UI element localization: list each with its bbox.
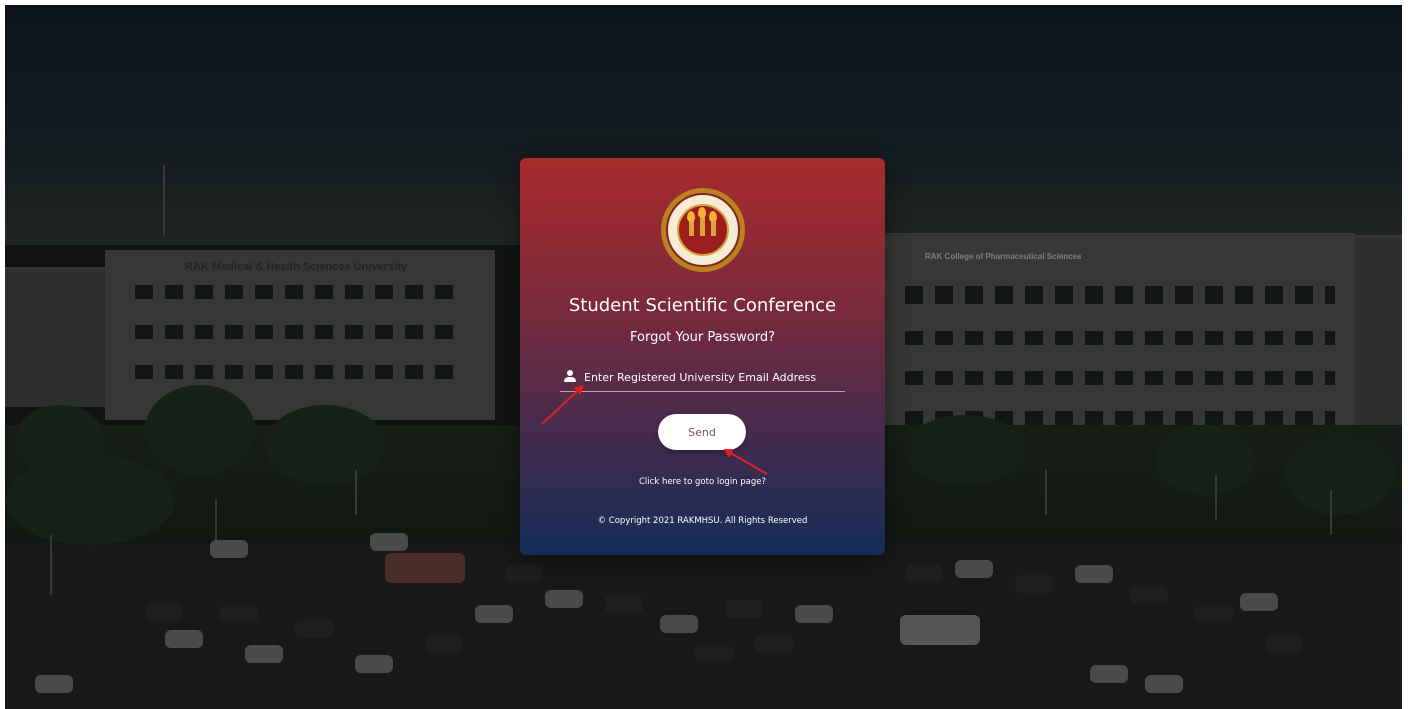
- page-frame: RAK Medical & Health Sciences University…: [5, 5, 1402, 709]
- university-logo: [661, 188, 745, 272]
- user-icon: [564, 370, 576, 382]
- email-input[interactable]: [584, 366, 842, 388]
- copyright-text: © Copyright 2021 RAKMHSU. All Rights Res…: [597, 516, 808, 526]
- goto-login-link[interactable]: Click here to goto login page?: [520, 477, 885, 487]
- send-button[interactable]: Send: [658, 414, 746, 450]
- page-title: Student Scientific Conference: [568, 295, 837, 316]
- forgot-password-card: Student Scientific Conference Forgot You…: [520, 158, 885, 555]
- email-field[interactable]: [560, 364, 845, 392]
- page-subtitle: Forgot Your Password?: [629, 330, 776, 345]
